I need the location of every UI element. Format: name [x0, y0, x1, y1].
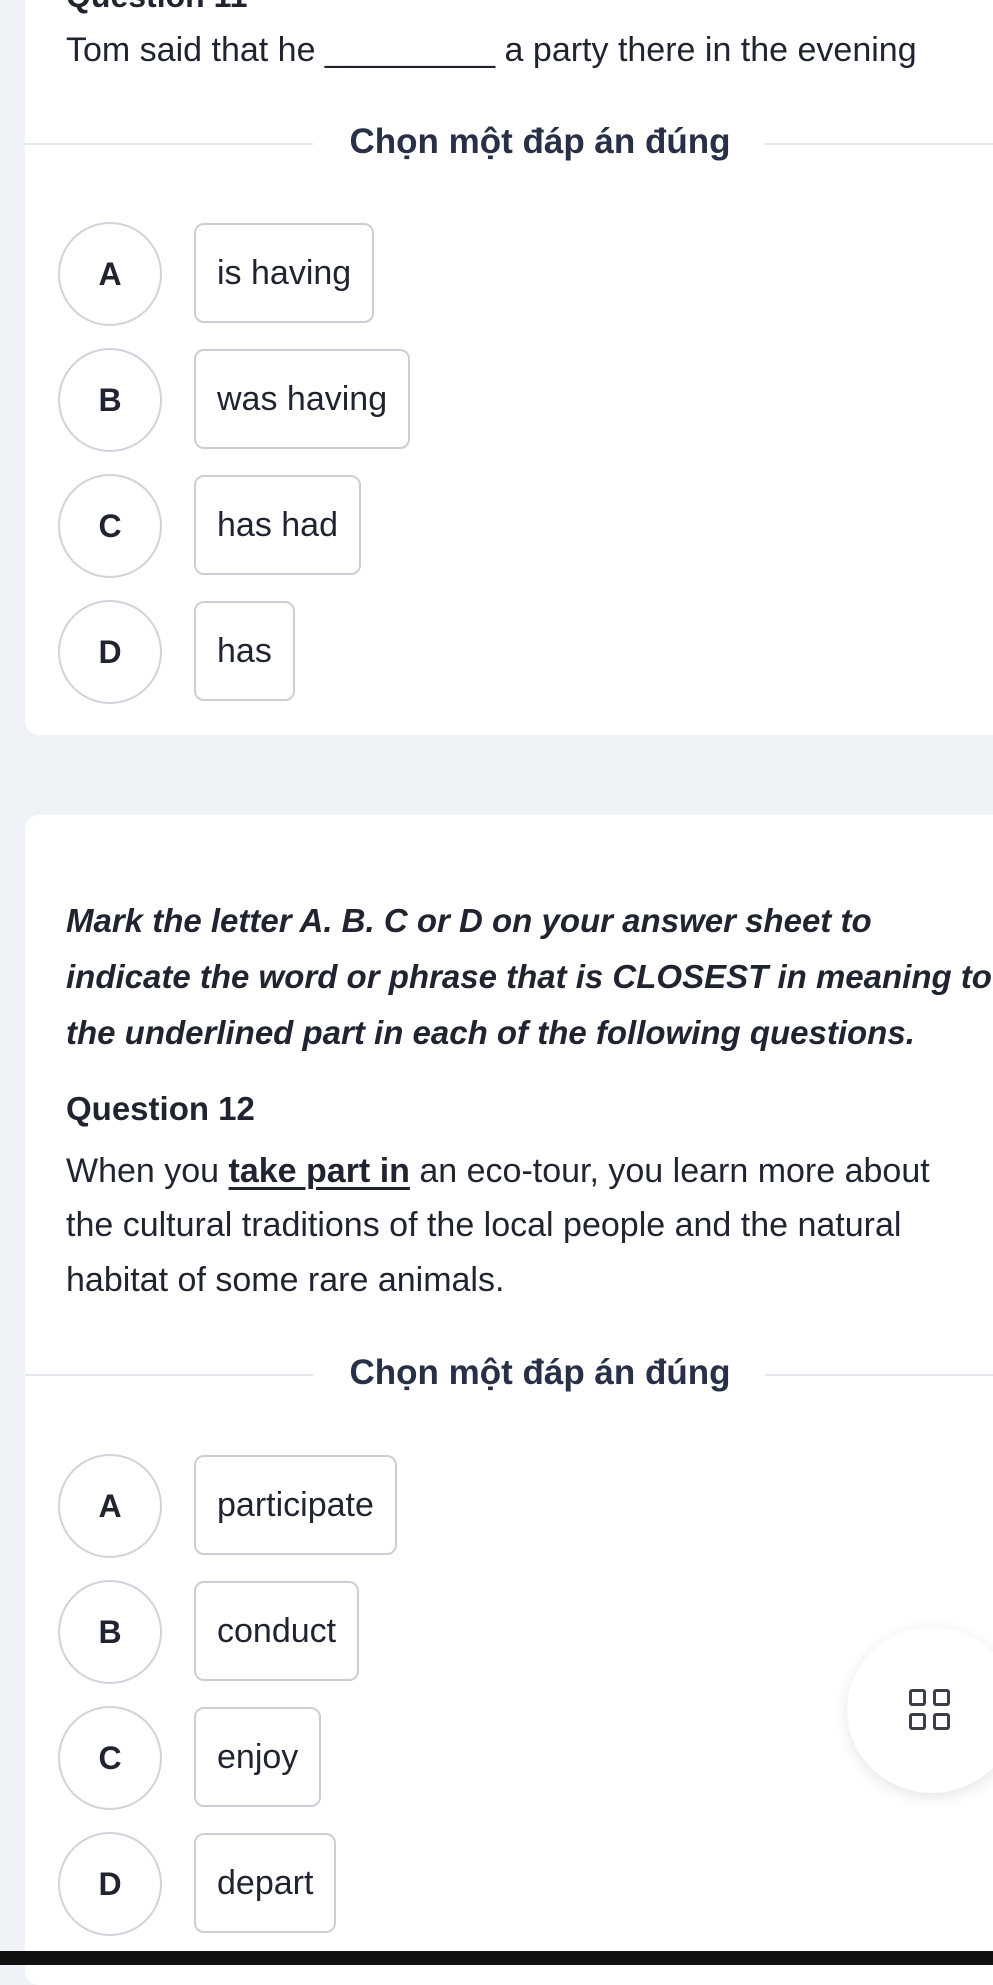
option-letter-d[interactable]: D — [58, 600, 162, 704]
grid-icon — [909, 1689, 953, 1733]
question-12-line-3: habitat of some rare animals. — [66, 1261, 505, 1299]
question-12-title: Question 12 — [66, 1090, 255, 1127]
answer-prompt: Chọn một đáp án đúng — [349, 1353, 731, 1392]
underlined-phrase: take part in — [228, 1152, 410, 1190]
option-text-c[interactable]: has had — [194, 475, 361, 575]
answer-prompt-divider: Chọn một đáp án đúng — [25, 118, 993, 168]
option-letter-a[interactable]: A — [58, 222, 162, 326]
answer-blank: _________ — [324, 31, 496, 69]
option-letter-c[interactable]: C — [58, 474, 162, 578]
option-letter-b[interactable]: B — [58, 1580, 162, 1684]
option-text-d[interactable]: depart — [194, 1833, 337, 1933]
option-letter-d[interactable]: D — [58, 1832, 162, 1936]
option-letter-c[interactable]: C — [58, 1706, 162, 1810]
question-11-title: Question 11 — [66, 0, 247, 15]
option-letter-b[interactable]: B — [58, 348, 162, 452]
bottom-edge-bar — [0, 1951, 993, 1965]
question-11-card — [25, 0, 993, 735]
option-text-a[interactable]: is having — [194, 223, 375, 323]
option-text-b[interactable]: was having — [194, 349, 411, 449]
option-text-a[interactable]: participate — [194, 1455, 397, 1555]
option-text-c[interactable]: enjoy — [194, 1707, 322, 1807]
option-text-b[interactable]: conduct — [194, 1581, 360, 1681]
option-text-d[interactable]: has — [194, 601, 295, 701]
answer-prompt: Chọn một đáp án đúng — [349, 122, 731, 161]
question-12-line-2: the cultural traditions of the local peo… — [66, 1206, 902, 1244]
question-12-line-1: When you take part in an eco-tour, you l… — [66, 1152, 930, 1190]
answer-prompt-divider: Chọn một đáp án đúng — [25, 1349, 993, 1399]
option-letter-a[interactable]: A — [58, 1454, 162, 1558]
question-11-text: Tom said that he _________ a party there… — [66, 31, 917, 69]
instruction-text: Mark the letter A. B. C or D on your ans… — [66, 902, 992, 1051]
